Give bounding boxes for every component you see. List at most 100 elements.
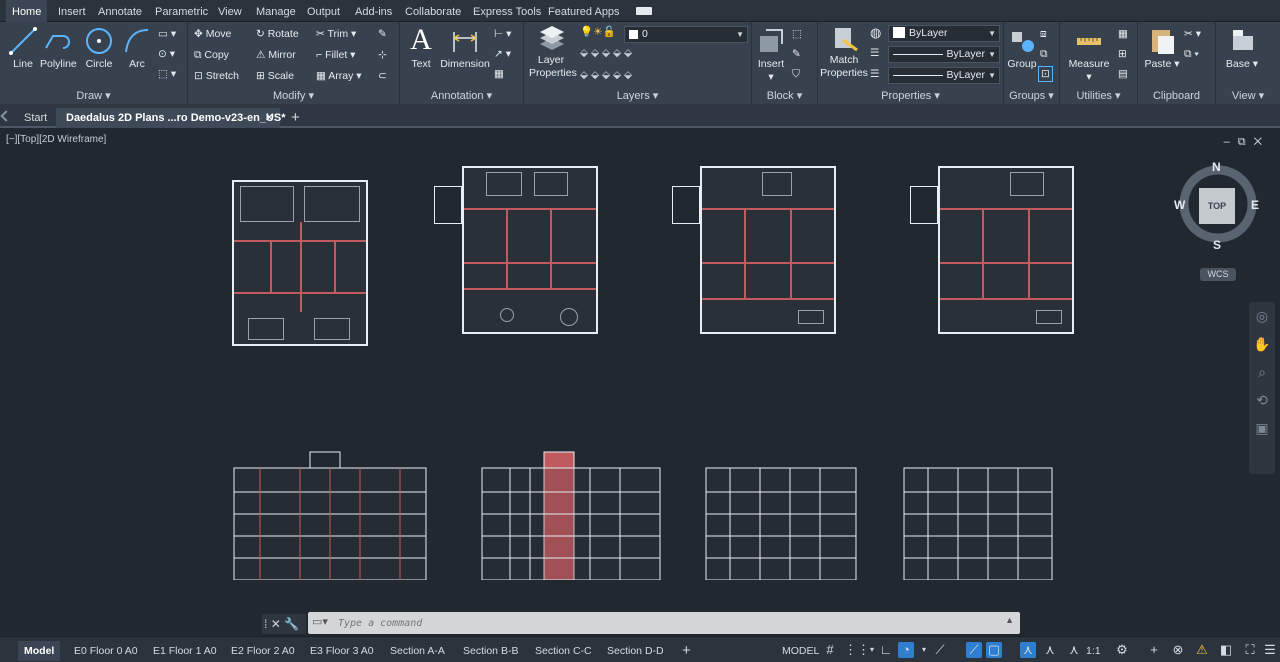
layers-panel-title[interactable]: Layers ▾ (524, 89, 751, 102)
polyline-button[interactable]: Polyline (40, 26, 77, 71)
explode-button[interactable]: ⊹ (378, 48, 387, 62)
ungroup-button[interactable]: ⧈ (1040, 27, 1047, 41)
drag-handle-icon[interactable]: ⁞ (264, 617, 267, 631)
command-input[interactable] (338, 614, 978, 632)
modify-panel-title[interactable]: Modify ▾ (188, 89, 399, 102)
ortho-icon[interactable]: ∟ (878, 642, 894, 658)
isolate-objects-icon[interactable]: ◧ (1218, 642, 1234, 658)
zoom-extents-icon[interactable]: ⌕ (1249, 358, 1275, 386)
view-panel-title[interactable]: View ▾ (1216, 89, 1280, 102)
units-icon[interactable]: ⊗ (1170, 642, 1186, 658)
cut-button[interactable]: ✂ ▾ (1184, 27, 1201, 41)
active-drawing-tab[interactable]: Daedalus 2D Plans ...ro Demo-v23-en_US* … (56, 108, 285, 128)
model-space-toggle[interactable]: MODEL (782, 641, 819, 661)
text-button[interactable]: A Text (404, 24, 438, 71)
copy-button[interactable]: ⧉ Copy (194, 48, 229, 62)
tab-view[interactable]: View (218, 0, 242, 22)
layout-tab-model[interactable]: Model (18, 641, 61, 661)
match-properties-button[interactable]: Match Properties (820, 26, 868, 80)
layout-tab-section-b[interactable]: Section B-B (463, 641, 518, 661)
layout-tab-e1[interactable]: E1 Floor 1 A0 (153, 641, 217, 661)
steering-wheel-icon[interactable]: ◎ (1249, 302, 1275, 330)
drawing-viewport[interactable]: [−][Top][2D Wireframe] –⧉✕ (0, 130, 1280, 636)
stretch-button[interactable]: ⊡ Stretch (194, 69, 239, 83)
block-panel-title[interactable]: Block ▾ (752, 89, 817, 102)
move-button[interactable]: ✥ Move (194, 27, 231, 41)
tab-featured-apps[interactable]: Featured Apps (548, 0, 620, 22)
compass-west[interactable]: W (1174, 198, 1185, 212)
tab-annotate[interactable]: Annotate (98, 0, 142, 22)
erase-button[interactable]: ✎ (378, 27, 387, 41)
layout-tab-e0[interactable]: E0 Floor 0 A0 (74, 641, 138, 661)
command-history-icon[interactable]: ▲ (1005, 615, 1014, 625)
edit-block-button[interactable]: ✎ (792, 47, 801, 61)
compass-south[interactable]: S (1213, 238, 1221, 252)
group-select-button[interactable]: ⊡ (1038, 66, 1053, 82)
showmotion-icon[interactable]: ▣ (1249, 414, 1275, 442)
viewport-controls-label[interactable]: [−][Top][2D Wireframe] (6, 134, 106, 145)
clipboard-panel-title[interactable]: Clipboard (1138, 90, 1215, 102)
annotation-scale-icon[interactable]: ⋏ (1066, 642, 1082, 658)
layer-properties-button[interactable]: Layer Properties (526, 26, 577, 80)
layer-state-icons[interactable]: 💡☀🔓 (580, 25, 616, 39)
hatch-button[interactable]: ⊙ ▾ (158, 47, 175, 61)
fillet-button[interactable]: ⌐ Fillet ▾ (316, 48, 355, 62)
mirror-button[interactable]: ⚠ Mirror (256, 48, 296, 62)
layout-tab-e3[interactable]: E3 Floor 3 A0 (310, 641, 374, 661)
color-dropdown[interactable]: ByLayer ▼ (888, 25, 1000, 42)
snap-icon[interactable]: ⋮⋮ (844, 642, 870, 658)
block-attributes-button[interactable]: ⛉ (792, 67, 800, 81)
offset-button[interactable]: ⊂ (378, 69, 387, 83)
groups-panel-title[interactable]: Groups ▾ (1004, 89, 1059, 102)
group-edit-button[interactable]: ⧉ (1040, 47, 1048, 61)
arc-button[interactable]: Arc (120, 26, 154, 71)
layout-tab-section-a[interactable]: Section A-A (390, 641, 445, 661)
trim-button[interactable]: ✂ Trim ▾ (316, 27, 356, 41)
object-snap-tracking-icon[interactable]: ⟋ (966, 642, 982, 658)
annotation-panel-title[interactable]: Annotation ▾ (400, 89, 523, 102)
layer-tools-row1[interactable]: ⬙ ⬙ ⬙ ⬙ ⬙ (580, 46, 632, 60)
annotation-scale-value[interactable]: 1:1 (1086, 641, 1101, 661)
compass-east[interactable]: E (1251, 198, 1259, 212)
layout-tab-section-c[interactable]: Section C-C (535, 641, 592, 661)
scale-button[interactable]: ⊞ Scale (256, 69, 294, 83)
calculator-button[interactable]: ▤ (1118, 67, 1128, 81)
circle-button[interactable]: Circle (82, 26, 116, 71)
rotate-button[interactable]: ↻ Rotate (256, 27, 299, 41)
draw-panel-title[interactable]: Draw ▾ (0, 89, 187, 102)
customize-icon[interactable]: 🔧 (284, 617, 299, 631)
tab-insert[interactable]: Insert (58, 0, 86, 22)
linetype-dropdown[interactable]: ByLayer ▼ (888, 46, 1000, 63)
polar-tracking-icon[interactable]: ◔ (898, 642, 914, 658)
annotation-visibility-icon[interactable]: ⋏ (1020, 642, 1036, 658)
linear-dim-button[interactable]: ⊢ ▾ (494, 27, 511, 41)
command-recent-icon[interactable]: ▭▾ (312, 615, 328, 628)
paste-button[interactable]: Paste ▾ (1144, 26, 1180, 71)
polar-menu-icon[interactable]: ▾ (916, 642, 932, 658)
clean-screen-icon[interactable]: ⛶ (1242, 642, 1258, 658)
orbit-icon[interactable]: ⟲ (1249, 386, 1275, 414)
tab-express-tools[interactable]: Express Tools (473, 0, 541, 22)
properties-panel-title[interactable]: Properties ▾ (818, 89, 1003, 102)
region-button[interactable]: ⬚ ▾ (158, 67, 176, 81)
dimension-button[interactable]: Dimension (440, 26, 490, 71)
id-point-button[interactable]: ⊞ (1118, 47, 1127, 61)
quick-properties-icon[interactable]: ⚠ (1194, 642, 1210, 658)
viewcube-top-face[interactable]: TOP (1199, 188, 1235, 224)
base-button[interactable]: Base ▾ (1224, 26, 1260, 71)
tab-home[interactable]: Home (6, 0, 48, 22)
lineweight-dropdown[interactable]: ByLayer ▼ (888, 67, 1000, 84)
tab-collaborate[interactable]: Collaborate (405, 0, 461, 22)
customize-statusbar-icon[interactable]: ☰ (1262, 642, 1278, 658)
line-button[interactable]: Line (6, 26, 40, 71)
pan-icon[interactable]: ✋ (1249, 330, 1275, 358)
workspace-gear-icon[interactable]: ⚙ (1114, 642, 1130, 658)
create-block-button[interactable]: ⬚ (792, 27, 802, 41)
close-tab-icon[interactable]: ✕ (265, 108, 274, 128)
leader-button[interactable]: ↗ ▾ (494, 47, 511, 61)
annotation-monitor-icon[interactable]: + (1146, 642, 1162, 658)
array-button[interactable]: ▦ Array ▾ (316, 69, 362, 83)
tab-output[interactable]: Output (307, 0, 340, 22)
copy-clip-button[interactable]: ⧉ ▾ (1184, 47, 1199, 61)
start-tab[interactable]: Start (24, 108, 47, 128)
